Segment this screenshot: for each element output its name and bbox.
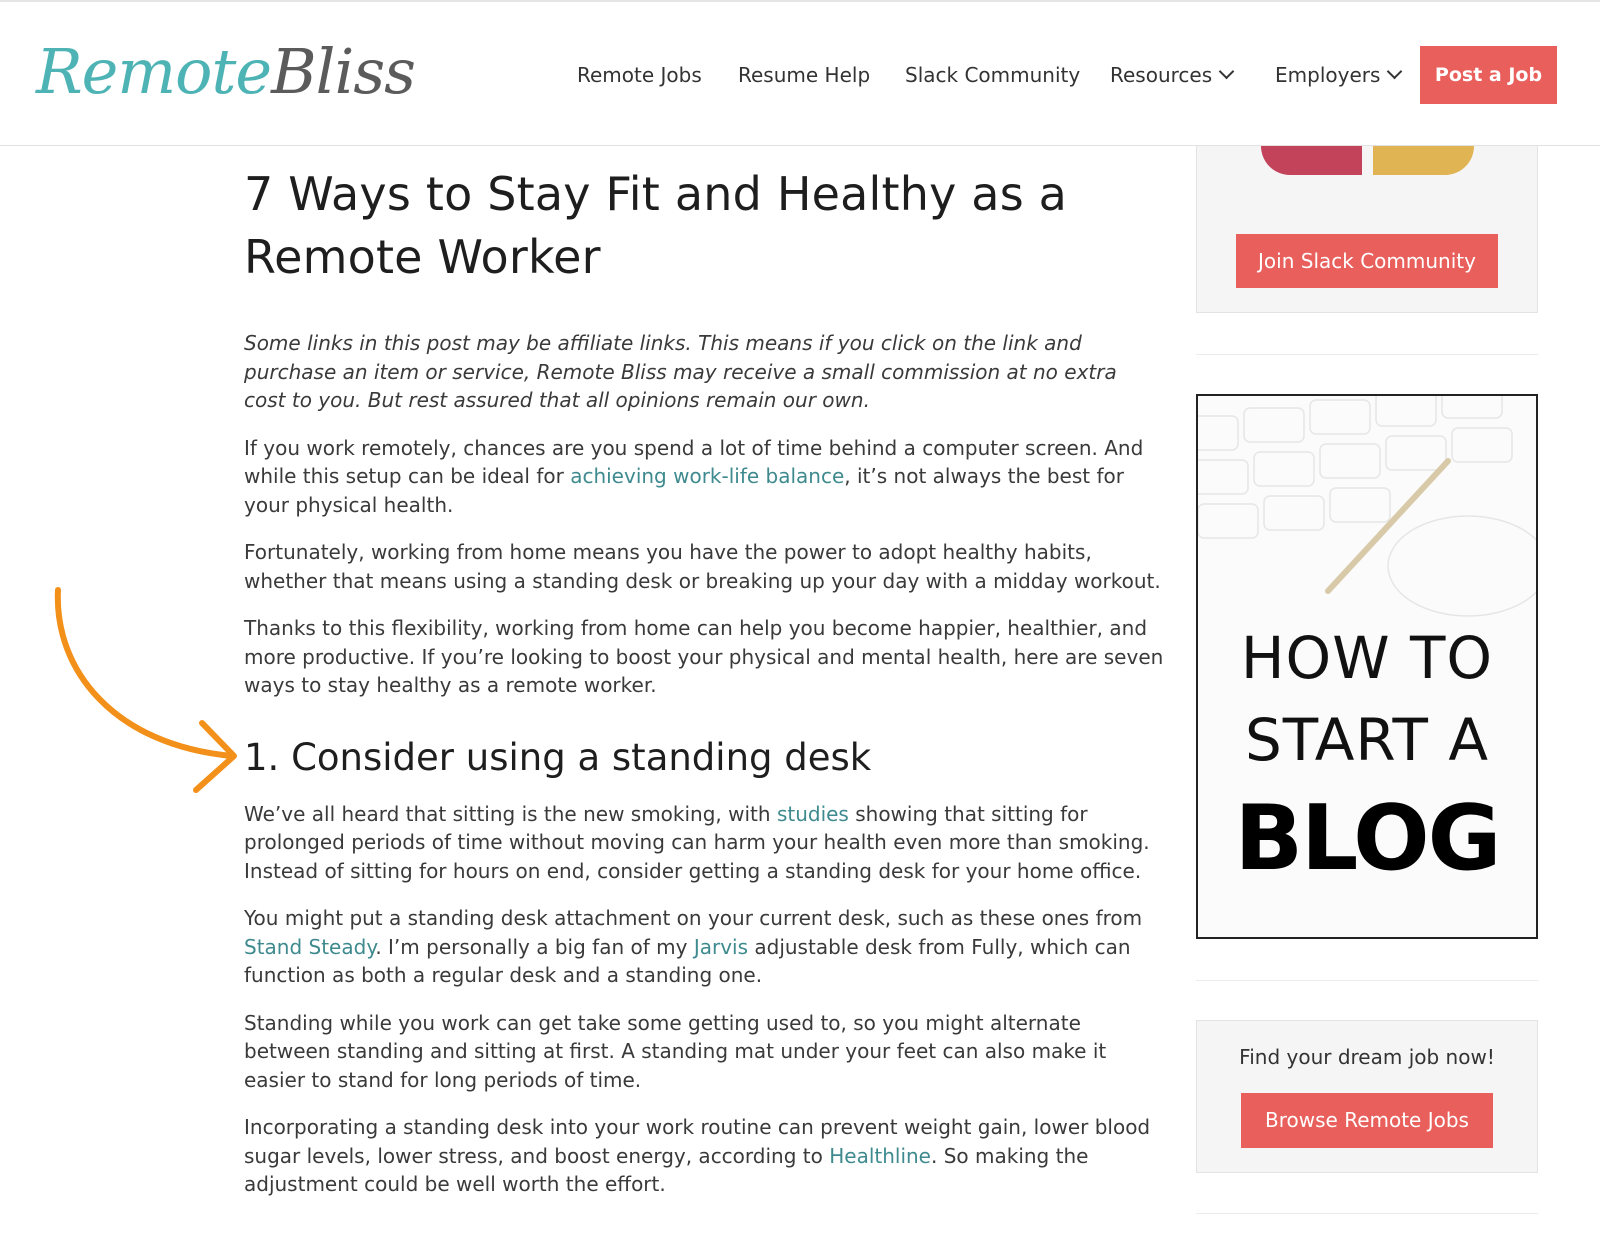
paragraph-healthline: Incorporating a standing desk into your … <box>244 1113 1164 1199</box>
sidebar-divider <box>1196 980 1538 981</box>
main-nav: Remote Jobs Resume Help Slack Community … <box>0 46 1600 104</box>
chevron-down-icon <box>1387 63 1403 80</box>
blog-banner-line2: START A <box>1244 706 1490 774</box>
affiliate-disclaimer: Some links in this post may be affiliate… <box>244 331 1117 412</box>
keyboard-image <box>1198 396 1536 617</box>
nav-employers[interactable]: Employers <box>1275 46 1403 104</box>
text-run: You might put a standing desk attachment… <box>244 906 1143 930</box>
paragraph-intro: If you work remotely, chances are you sp… <box>244 434 1164 520</box>
link-stand-steady[interactable]: Stand Steady <box>244 935 375 959</box>
link-jarvis[interactable]: Jarvis <box>694 935 748 959</box>
blog-banner-line1: HOW TO <box>1240 624 1494 692</box>
nav-employers-label: Employers <box>1275 63 1381 87</box>
nav-remote-jobs-label: Remote Jobs <box>577 63 702 87</box>
nav-remote-jobs[interactable]: Remote Jobs <box>577 46 702 104</box>
slack-widget: Join Slack Community <box>1196 146 1538 313</box>
slack-logo-red-shape <box>1261 146 1362 175</box>
nav-resources-label: Resources <box>1110 63 1213 87</box>
section-heading-standing-desk: 1. Consider using a standing desk <box>244 735 872 779</box>
paragraph-sitting: We’ve all heard that sitting is the new … <box>244 800 1164 886</box>
nav-resume-help[interactable]: Resume Help <box>738 46 870 104</box>
article-title: 7 Ways to Stay Fit and Healthy as a Remo… <box>244 167 1068 284</box>
paragraph-attachment: You might put a standing desk attachment… <box>244 904 1164 990</box>
blog-banner-line3: BLOG <box>1234 786 1501 891</box>
sidebar-divider <box>1196 354 1538 355</box>
text-run: . I’m personally a big fan of my <box>375 934 694 959</box>
jobs-widget-text: Find your dream job now! <box>1239 1045 1495 1069</box>
paragraph-flexibility: Thanks to this flexibility, working from… <box>244 616 1164 697</box>
paragraph-standing-mat: Standing while you work can get take som… <box>244 1010 1107 1092</box>
join-slack-button[interactable]: Join Slack Community <box>1236 234 1498 288</box>
browse-remote-jobs-button[interactable]: Browse Remote Jobs <box>1241 1093 1493 1148</box>
nav-slack-community-label: Slack Community <box>905 63 1081 87</box>
nav-resume-help-label: Resume Help <box>738 63 871 87</box>
sidebar-divider <box>1196 1213 1538 1214</box>
nav-resources[interactable]: Resources <box>1110 46 1235 104</box>
link-healthline[interactable]: Healthline <box>829 1144 931 1168</box>
post-a-job-button[interactable]: Post a Job <box>1420 46 1557 104</box>
arrow-annotation-icon <box>54 587 237 793</box>
link-studies[interactable]: studies <box>777 802 849 826</box>
how-to-start-blog-banner[interactable]: HOW TO START A BLOG <box>1196 394 1538 939</box>
link-work-life-balance[interactable]: achieving work-life balance <box>570 464 844 488</box>
text-run: We’ve all heard that sitting is the new … <box>244 801 777 826</box>
site-header: RemoteBliss Remote Jobs Resume Help Slac… <box>0 0 1600 146</box>
nav-slack-community[interactable]: Slack Community <box>905 46 1080 104</box>
paragraph-fortunately: Fortunately, working from home means you… <box>244 540 1161 593</box>
article: 7 Ways to Stay Fit and Healthy as a Remo… <box>244 146 1164 1199</box>
chevron-down-icon <box>1218 63 1235 80</box>
slack-logo-yellow-shape <box>1373 146 1474 175</box>
jobs-widget: Find your dream job now! Browse Remote J… <box>1196 1020 1538 1173</box>
